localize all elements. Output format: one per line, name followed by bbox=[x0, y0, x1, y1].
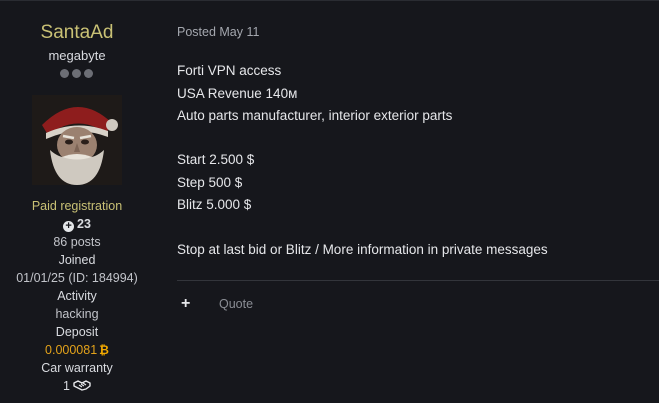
handshake-icon bbox=[73, 380, 91, 391]
post-line: Stop at last bid or Blitz / More informa… bbox=[177, 242, 548, 257]
reputation-value: 23 bbox=[77, 217, 91, 231]
post-line: Start 2.500 $ bbox=[177, 152, 255, 167]
post-line: Step 500 $ bbox=[177, 175, 243, 190]
deposit-label: Deposit bbox=[55, 325, 99, 339]
plus-icon[interactable]: + bbox=[181, 296, 195, 312]
joined-label: Joined bbox=[58, 253, 96, 267]
forum-post: SantaAd megabyte Paid registration + 23 … bbox=[0, 0, 659, 403]
rank-pip bbox=[84, 69, 93, 78]
author-username[interactable]: SantaAd bbox=[0, 22, 154, 44]
rank-pip bbox=[72, 69, 81, 78]
deposit-row: 0.000081 ₿ bbox=[0, 343, 154, 357]
activity-value: hacking bbox=[55, 307, 99, 321]
avatar[interactable] bbox=[32, 95, 122, 185]
author-rank: megabyte bbox=[48, 48, 106, 63]
joined-value: 01/01/25 (ID: 184994) bbox=[16, 271, 138, 285]
activity-label: Activity bbox=[57, 289, 97, 303]
post-line: Blitz 5.000 $ bbox=[177, 197, 252, 212]
post-line: USA Revenue 140м bbox=[177, 86, 298, 101]
author-panel: SantaAd megabyte Paid registration + 23 … bbox=[0, 0, 154, 403]
author-reputation[interactable]: +23 bbox=[0, 217, 154, 232]
author-posts: 86 posts bbox=[53, 235, 101, 249]
post-line: Auto parts manufacturer, interior exteri… bbox=[177, 108, 453, 123]
post-content: Posted May 11 Forti VPN access USA Reven… bbox=[177, 0, 659, 403]
post-date[interactable]: Posted May 11 bbox=[177, 25, 259, 39]
warranty-label: Car warranty bbox=[41, 361, 113, 375]
author-group: Paid registration bbox=[31, 199, 123, 213]
plus-circle-icon: + bbox=[63, 221, 75, 232]
deposit-value: 0.000081 bbox=[45, 343, 98, 357]
warranty-value: 1 bbox=[63, 379, 70, 393]
post-divider bbox=[177, 280, 659, 281]
bitcoin-icon: ₿ bbox=[99, 343, 109, 357]
rank-pips bbox=[60, 69, 94, 79]
quote-button[interactable]: Quote bbox=[219, 297, 253, 311]
warranty-row: 1 bbox=[0, 379, 154, 393]
rank-pip bbox=[60, 69, 69, 78]
post-line: Forti VPN access bbox=[177, 63, 282, 78]
